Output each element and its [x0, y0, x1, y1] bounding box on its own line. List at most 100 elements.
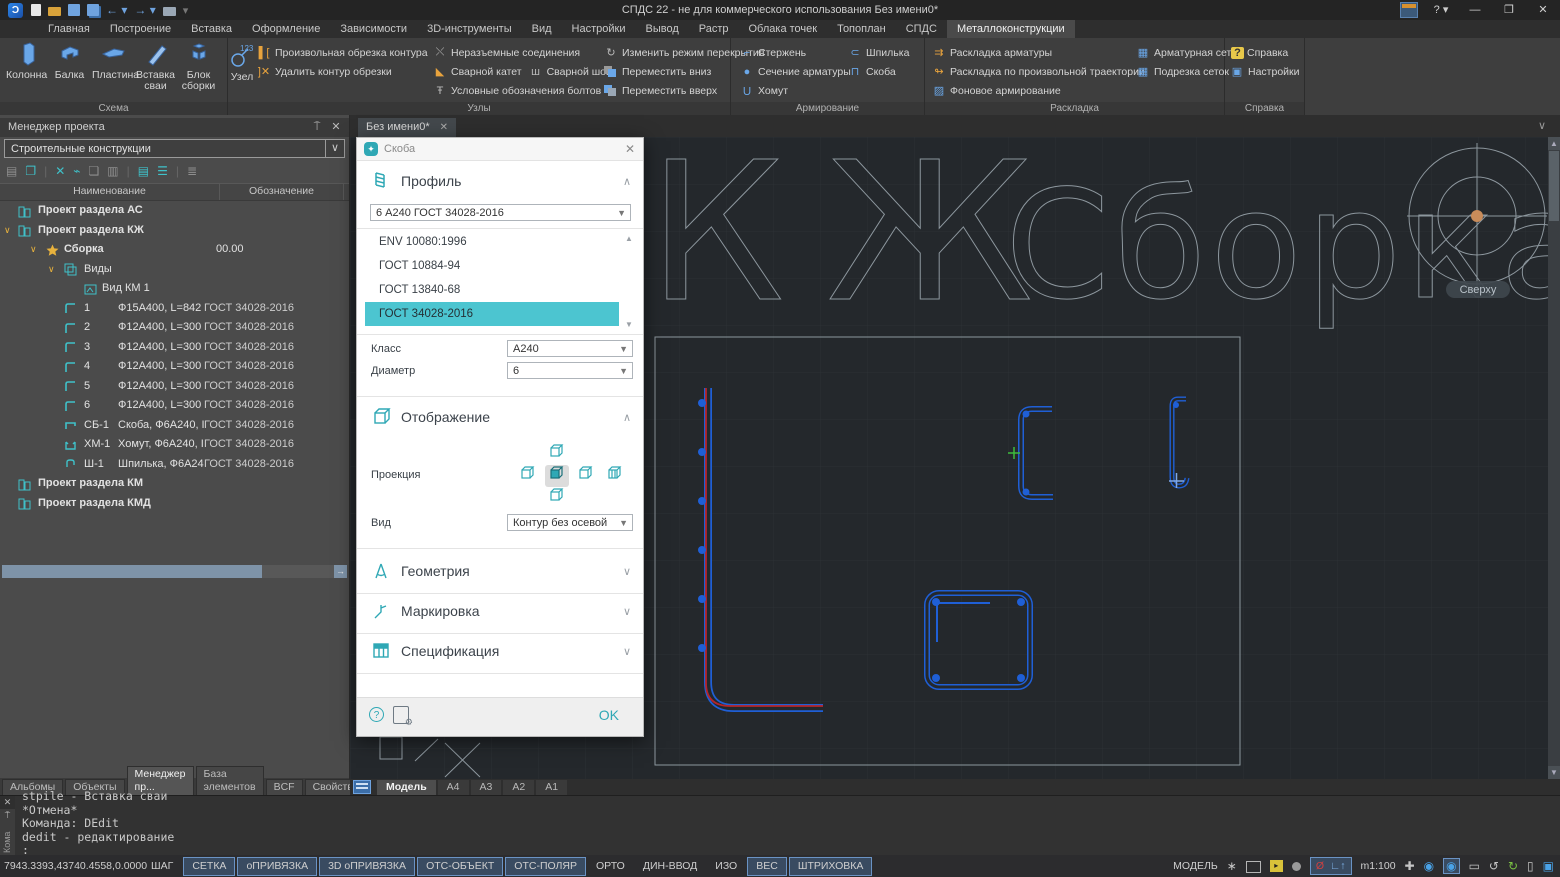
maximize-button[interactable]: ❐ — [1492, 0, 1526, 20]
projection-front-button-selected[interactable] — [545, 465, 569, 487]
tree-item-sborka[interactable]: ∨ Сборка 00.00 — [0, 240, 347, 260]
beam-button[interactable]: Балка — [49, 42, 90, 92]
rebar-layout-button[interactable]: ⇉Раскладка арматуры — [931, 43, 1131, 62]
bolt-symbols-button[interactable]: ŦУсловные обозначения болтов — [432, 81, 599, 100]
section-profile[interactable]: Профиль ∧ — [357, 168, 643, 198]
toggle-orto[interactable]: ОРТО — [588, 858, 633, 875]
tree-item-skoba[interactable]: СБ-1Скоба, Ф6А240, IГОСТ 34028-2016 — [0, 416, 347, 436]
no-constraints-icon[interactable]: Ø — [1316, 858, 1324, 874]
toggle-din-vvod[interactable]: ДИН-ВВОД — [635, 858, 705, 875]
dialog-title-bar[interactable]: ✦ Скоба ✕ — [357, 138, 643, 161]
profile-combo[interactable]: 6 А240 ГОСТ 34028-2016▼ — [370, 204, 631, 221]
dialog-help-icon[interactable]: ? — [369, 707, 384, 722]
copy-icon[interactable]: ❏ — [89, 164, 100, 178]
toggle-setka[interactable]: СЕТКА — [183, 857, 235, 876]
scrollbar-thumb[interactable] — [1549, 151, 1559, 221]
close-button[interactable]: ✕ — [1526, 0, 1560, 20]
doc-close-icon[interactable]: ✕ — [440, 118, 448, 137]
tree-horizontal-scrollbar[interactable]: ← → — [2, 565, 347, 578]
tab-postroenie[interactable]: Построение — [100, 20, 181, 38]
column-name[interactable]: Наименование — [0, 184, 220, 200]
section-geometry[interactable]: Геометрия ∨ — [357, 558, 643, 588]
permanent-joints-button[interactable]: ⤬Неразъемные соединения — [432, 43, 599, 62]
tab-oblaka-tochek[interactable]: Облака точек — [739, 20, 828, 38]
tree-item-shpilka[interactable]: Ш-1Шпилька, Ф6А24ГОСТ 34028-2016 — [0, 455, 347, 475]
tree-item-homut[interactable]: ХМ-1Хомут, Ф6А240, IГОСТ 34028-2016 — [0, 435, 347, 455]
toggle-ves[interactable]: ВЕС — [747, 857, 787, 876]
tab-zavisimosti[interactable]: Зависимости — [330, 20, 417, 38]
collapse-icon[interactable]: ∧ — [623, 175, 631, 188]
mesh-trim-button[interactable]: ▦Подрезка сеток — [1135, 62, 1231, 81]
paste-icon[interactable]: ▥ — [107, 164, 118, 178]
scroll-up-icon[interactable]: ▲ — [1548, 137, 1560, 150]
toggle-3d-oprivyazka[interactable]: 3D оПРИВЯЗКА — [319, 857, 415, 876]
class-combo[interactable]: А240▼ — [507, 340, 633, 357]
new-window-icon[interactable]: ❐ — [25, 164, 36, 178]
tree-item-rebar-2[interactable]: 2Ф12А400, L=300ГОСТ 34028-2016 — [0, 318, 347, 338]
bracket-button[interactable]: ⊓Скоба — [847, 62, 919, 81]
command-line-panel[interactable]: ✕ ⍑ Кома stpile - Вставка сваи *Отмена* … — [0, 795, 1560, 856]
scale-indicator[interactable]: m1:100 — [1361, 860, 1396, 872]
standard-option[interactable]: ENV 10080:1996 — [365, 230, 619, 254]
model-space-label[interactable]: МОДЕЛЬ — [1173, 860, 1218, 872]
uzel-button[interactable]: 123 Узел — [228, 38, 256, 100]
canvas-vertical-scrollbar[interactable]: ▲ ▼ — [1548, 137, 1560, 779]
edit-doc-icon[interactable]: ▤ — [138, 164, 149, 178]
minimize-button[interactable]: — — [1458, 0, 1492, 20]
tab-bcf[interactable]: BCF — [266, 779, 303, 795]
monitor-icon[interactable] — [1246, 861, 1261, 873]
hairpin-button[interactable]: ⊂Шпилька — [847, 43, 919, 62]
projection-iso-button[interactable] — [603, 465, 627, 487]
zoom-icon[interactable]: ◉ — [1424, 859, 1434, 873]
list-scroll-down-icon[interactable]: ▼ — [623, 320, 635, 329]
tab-rastr[interactable]: Растр — [689, 20, 739, 38]
delete-trim-contour-button[interactable]: ]✕Удалить контур обрезки — [256, 62, 428, 81]
regen-icon[interactable]: ↻ — [1508, 859, 1518, 873]
section-marking[interactable]: Маркировка ∨ — [357, 598, 643, 628]
tree-item-rebar-5[interactable]: 5Ф12А400, L=300ГОСТ 34028-2016 — [0, 377, 347, 397]
undo-icon[interactable]: ← ▾ — [106, 4, 127, 17]
projection-right-button[interactable] — [574, 465, 598, 487]
settings-button[interactable]: ▣Настройки — [1229, 62, 1308, 81]
ok-button[interactable]: OK — [599, 707, 619, 723]
tree-item-project-kmd[interactable]: Проект раздела КМД — [0, 494, 347, 514]
tab-vid[interactable]: Вид — [522, 20, 562, 38]
stirrup-button[interactable]: ＵХомут — [739, 81, 843, 100]
print-icon[interactable] — [163, 7, 176, 16]
assembly-block-button[interactable]: Блок сборки — [178, 42, 219, 92]
tree-item-rebar-4[interactable]: 4Ф12А400, L=300ГОСТ 34028-2016 — [0, 357, 347, 377]
projection-top-button[interactable] — [545, 443, 569, 465]
sheet-tab-model[interactable]: Модель — [377, 780, 436, 795]
toggle-izo[interactable]: ИЗО — [707, 858, 745, 875]
standard-option[interactable]: ГОСТ 13840-68 — [365, 278, 619, 302]
fullscreen-icon[interactable]: ▣ — [1543, 859, 1554, 873]
tab-glavnaya[interactable]: Главная — [38, 20, 100, 38]
standard-option-selected[interactable]: ГОСТ 34028-2016 — [365, 302, 619, 326]
background-reinforcement-button[interactable]: ▨Фоновое армирование — [931, 81, 1131, 100]
collapse-icon[interactable]: ∧ — [623, 411, 631, 424]
tree-item-rebar-6[interactable]: 6Ф12А400, L=300ГОСТ 34028-2016 — [0, 396, 347, 416]
save-all-icon[interactable] — [87, 4, 99, 16]
list-scroll-up-icon[interactable]: ▲ — [623, 234, 635, 243]
tab-spds[interactable]: СПДС — [896, 20, 947, 38]
sheet-tab-a4[interactable]: A4 — [438, 780, 469, 795]
diameter-combo[interactable]: 6▼ — [507, 362, 633, 379]
plate-button[interactable]: Пластина — [92, 42, 133, 92]
tree-item-project-kzh[interactable]: ∨ Проект раздела КЖ — [0, 221, 347, 241]
rebar-section-button[interactable]: ●Сечение арматуры — [739, 62, 843, 81]
scroll-right-icon[interactable]: → — [334, 565, 347, 578]
command-history[interactable]: stpile - Вставка сваи *Отмена* Команда: … — [22, 790, 174, 858]
projection-bottom-button[interactable] — [545, 487, 569, 509]
command-close-icon[interactable]: ✕ — [0, 796, 15, 809]
dialog-close-icon[interactable]: ✕ — [625, 138, 635, 160]
tab-vstavka[interactable]: Вставка — [181, 20, 242, 38]
rod-button[interactable]: ⌐Стержень — [739, 43, 843, 62]
section-specification[interactable]: Спецификация ∨ — [357, 638, 643, 668]
new-project-icon[interactable]: ▤ — [6, 164, 17, 178]
cut-icon[interactable]: ⌁ — [73, 164, 80, 178]
tree-item-project-km[interactable]: Проект раздела КМ — [0, 474, 347, 494]
standard-option[interactable]: ГОСТ 10884-94 — [365, 254, 619, 278]
project-type-combo[interactable]: Строительные конструкции ∨ — [4, 139, 345, 158]
columns-icon[interactable]: ≣ — [187, 164, 197, 178]
expand-icon[interactable]: ∨ — [623, 565, 631, 578]
